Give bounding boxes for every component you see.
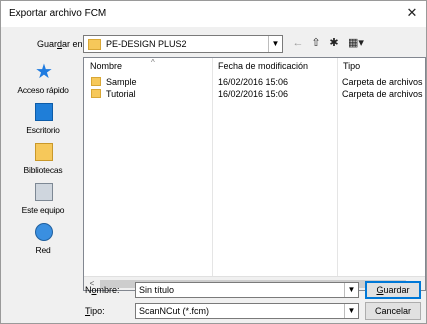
place-label: Bibliotecas — [23, 165, 63, 175]
window-title: Exportar archivo FCM — [9, 8, 107, 19]
filename-label: Nombre: — [85, 285, 120, 295]
save-button[interactable]: Guardar — [365, 281, 421, 299]
save-in-dropdown[interactable]: PE-DESIGN PLUS2 ▼ — [83, 35, 283, 53]
place-network[interactable]: Red — [3, 223, 83, 263]
save-in-label: Guardar en: — [37, 39, 86, 49]
chevron-down-icon[interactable]: ▼ — [344, 283, 358, 297]
cancel-button[interactable]: Cancelar — [365, 302, 421, 320]
save-dialog: Exportar archivo FCM ✕ Guardar en: PE-DE… — [0, 0, 427, 324]
chevron-down-icon[interactable]: ▼ — [344, 304, 358, 318]
column-header-type[interactable]: Tipo — [339, 58, 360, 74]
place-quick-access[interactable]: ★ Acceso rápido — [3, 61, 83, 103]
list-item[interactable]: Tutorial 16/02/2016 15:06 Carpeta de arc… — [84, 88, 425, 100]
new-folder-icon[interactable]: ✱ — [326, 36, 342, 52]
libraries-icon — [35, 143, 53, 161]
dialog-body: Guardar en: PE-DESIGN PLUS2 ▼ ← ⇧ ✱ ▦▾ ★… — [1, 27, 426, 323]
file-date: 16/02/2016 15:06 — [218, 89, 289, 99]
places-bar: ★ Acceso rápido Escritorio Bibliotecas E… — [3, 61, 83, 281]
chevron-down-icon[interactable]: ▼ — [268, 36, 282, 52]
list-item[interactable]: Sample 16/02/2016 15:06 Carpeta de archi… — [84, 76, 425, 88]
place-label: Acceso rápido — [17, 85, 69, 95]
column-header-date[interactable]: Fecha de modificación — [214, 58, 308, 74]
filetype-value: ScanNCut (*.fcm) — [139, 306, 210, 316]
place-label: Escritorio — [26, 125, 60, 135]
file-type: Carpeta de archivos — [342, 77, 423, 87]
save-in-value: PE-DESIGN PLUS2 — [106, 39, 187, 49]
place-libraries[interactable]: Bibliotecas — [3, 143, 83, 183]
filetype-dropdown[interactable]: ScanNCut (*.fcm) ▼ — [135, 303, 359, 319]
title-bar: Exportar archivo FCM ✕ — [1, 1, 426, 27]
file-name: Sample — [106, 77, 137, 87]
filename-input[interactable]: Sin título ▼ — [135, 282, 359, 298]
file-type: Carpeta de archivos — [342, 89, 423, 99]
file-name: Tutorial — [106, 89, 136, 99]
place-label: Red — [35, 245, 51, 255]
star-icon: ★ — [35, 61, 53, 83]
file-list[interactable]: Nombre ^ Fecha de modificación Tipo Sampl… — [83, 57, 426, 291]
folder-icon — [91, 77, 101, 86]
views-menu-icon[interactable]: ▦▾ — [344, 36, 368, 52]
place-desktop[interactable]: Escritorio — [3, 103, 83, 143]
sort-caret-icon: ^ — [151, 58, 155, 67]
place-this-pc[interactable]: Este equipo — [3, 183, 83, 223]
file-date: 16/02/2016 15:06 — [218, 77, 289, 87]
filetype-label: Tipo: — [85, 306, 105, 316]
network-icon — [35, 223, 53, 241]
close-icon[interactable]: ✕ — [398, 1, 426, 27]
folder-icon — [91, 89, 101, 98]
column-header-name[interactable]: Nombre ^ — [86, 58, 155, 74]
back-arrow-icon[interactable]: ← — [290, 36, 306, 52]
up-folder-icon[interactable]: ⇧ — [308, 36, 324, 52]
computer-icon — [35, 183, 53, 201]
place-label: Este equipo — [21, 205, 65, 215]
filename-value: Sin título — [139, 285, 175, 295]
desktop-icon — [35, 103, 53, 121]
folder-icon — [88, 39, 101, 50]
